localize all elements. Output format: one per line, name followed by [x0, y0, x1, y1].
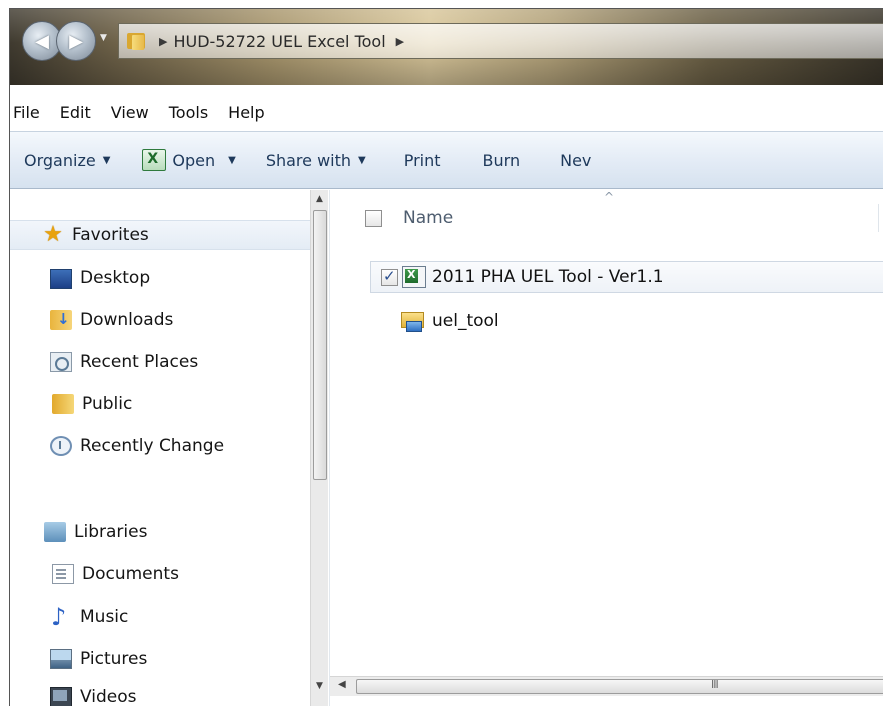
excel-file-icon [402, 266, 426, 288]
nav-item-label: Documents [82, 564, 179, 584]
nav-item-pictures[interactable]: Pictures [50, 644, 147, 674]
scroll-down-icon[interactable]: ▼ [311, 681, 328, 701]
recently-changed-icon [50, 436, 72, 456]
nav-item-recent-places[interactable]: Recent Places [50, 347, 198, 377]
forward-arrow-icon: ▶ [69, 30, 83, 52]
nav-item-desktop[interactable]: Desktop [50, 263, 150, 293]
nav-favorites-label: Favorites [72, 225, 149, 245]
documents-icon [52, 564, 74, 584]
nav-item-label: Downloads [80, 310, 174, 330]
nav-item-label: Public [82, 394, 133, 414]
nav-item-downloads[interactable]: Downloads [50, 305, 173, 335]
print-label: Print [403, 150, 441, 170]
open-button[interactable]: Open [142, 149, 215, 171]
burn-button[interactable]: Burn [483, 151, 521, 170]
scrollbar-thumb[interactable] [313, 210, 327, 480]
new-folder-label: Nev [560, 150, 592, 170]
organize-button[interactable]: Organize ▼ [24, 151, 110, 170]
desktop-icon [50, 269, 72, 289]
file-name: 2011 PHA UEL Tool - Ver1.1 [432, 267, 664, 287]
pictures-icon [50, 649, 72, 669]
chevron-down-icon: ▼ [358, 154, 366, 166]
breadcrumb-folder[interactable]: HUD-52722 UEL Excel Tool [173, 32, 385, 51]
nav-item-label: Videos [80, 687, 137, 706]
open-label: Open [172, 150, 216, 170]
nav-libraries[interactable]: Libraries [44, 517, 147, 547]
nav-item-label: Desktop [80, 268, 151, 288]
chevron-down-icon: ▼ [102, 154, 111, 166]
horizontal-scrollbar[interactable]: ◀ III [330, 676, 883, 696]
column-divider[interactable] [878, 204, 879, 232]
open-dropdown-button[interactable]: ▼ [221, 155, 236, 166]
title-bar: ◀ ▶ ▼ ▶ HUD-52722 UEL Excel Tool ▶ [10, 9, 883, 85]
sort-ascending-icon: ^ [604, 190, 615, 204]
videos-icon [50, 687, 72, 706]
scrollbar-thumb[interactable]: III [356, 678, 883, 694]
menu-file[interactable]: File [10, 103, 48, 122]
file-row-excel[interactable]: 2011 PHA UEL Tool - Ver1.1 [370, 261, 883, 293]
recent-pages-dropdown-icon[interactable]: ▼ [100, 33, 114, 49]
address-bar[interactable]: ▶ HUD-52722 UEL Excel Tool ▶ [118, 23, 883, 59]
downloads-folder-icon [50, 310, 72, 330]
file-row-shortcut[interactable]: uel_tool [370, 305, 499, 337]
star-icon: ★ [43, 222, 63, 247]
nav-item-label: Music [80, 607, 129, 627]
command-bar: Organize▼ Open ▼ Share with▼ Print Burn … [10, 131, 883, 189]
recent-places-icon [50, 352, 72, 372]
navigation-pane: ★ Favorites Desktop Downloads Recent Pla… [10, 190, 328, 706]
select-all-checkbox[interactable] [365, 209, 382, 227]
public-folder-icon [52, 394, 74, 414]
explorer-window: ◀ ▶ ▼ ▶ HUD-52722 UEL Excel Tool ▶ File … [9, 8, 883, 706]
scrollbar-grip: III [711, 678, 719, 691]
file-checkbox[interactable] [381, 267, 398, 286]
nav-item-label: Recent Places [80, 352, 199, 372]
nav-item-label: Pictures [80, 649, 148, 669]
share-with-label: Share with [265, 150, 352, 170]
menu-tools[interactable]: Tools [165, 103, 216, 122]
music-note-icon [50, 603, 72, 631]
libraries-icon [44, 522, 66, 542]
nav-item-music[interactable]: Music [50, 602, 128, 632]
new-folder-button[interactable]: Nev [560, 151, 591, 170]
menu-bar: File Edit View Tools Help [10, 97, 883, 127]
organize-label: Organize [24, 150, 96, 170]
print-button[interactable]: Print [404, 151, 441, 170]
column-header-name[interactable]: Name [403, 208, 453, 228]
shortcut-icon [400, 310, 424, 332]
file-name: uel_tool [432, 311, 499, 331]
menu-help[interactable]: Help [224, 103, 272, 122]
nav-item-videos[interactable]: Videos [50, 682, 137, 706]
breadcrumb-chevron-icon[interactable]: ▶ [396, 35, 404, 48]
menu-edit[interactable]: Edit [56, 103, 99, 122]
burn-label: Burn [482, 150, 521, 170]
folder-icon [127, 32, 149, 50]
scroll-left-icon[interactable]: ◀ [338, 679, 346, 690]
nav-libraries-label: Libraries [74, 522, 148, 542]
column-header-row: Name ^ [330, 190, 883, 246]
breadcrumb-chevron-icon[interactable]: ▶ [159, 35, 167, 48]
nav-item-recently-changed[interactable]: Recently Change [50, 431, 224, 461]
navigation-scrollbar[interactable]: ▲ ▼ [310, 190, 328, 706]
nav-favorites[interactable]: ★ Favorites [10, 220, 314, 250]
menu-view[interactable]: View [107, 103, 157, 122]
share-with-button[interactable]: Share with ▼ [266, 151, 366, 170]
excel-icon [142, 149, 167, 171]
chevron-down-icon: ▼ [228, 154, 236, 166]
forward-button[interactable]: ▶ [56, 21, 96, 61]
nav-item-public[interactable]: Public [50, 389, 132, 419]
nav-item-label: Recently Change [80, 436, 225, 456]
file-list-pane: Name ^ 2011 PHA UEL Tool - Ver1.1 uel_to… [329, 190, 883, 706]
nav-item-documents[interactable]: Documents [50, 559, 179, 589]
